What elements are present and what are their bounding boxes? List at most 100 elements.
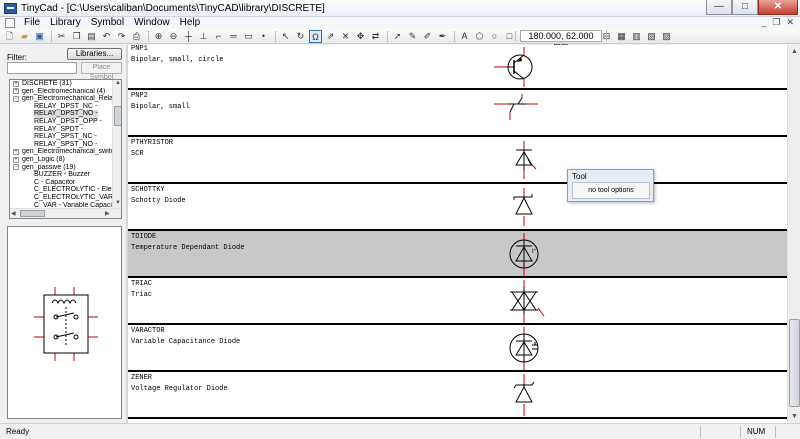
symbol-row[interactable]: PNP1 Bipolar, small, circle [128, 45, 787, 90]
expand-icon[interactable]: + [13, 88, 19, 95]
tool-options-popup[interactable]: Tool no tool options [567, 169, 654, 202]
symbol-row[interactable]: PTHYRISTOR SCR [128, 137, 787, 184]
scroll-left-arrow-icon[interactable]: ◀ [11, 210, 16, 217]
paste-icon[interactable]: ▤ [85, 30, 98, 43]
undo-icon[interactable]: ↶ [100, 30, 113, 43]
document-icon[interactable] [5, 18, 15, 28]
tree-item[interactable]: + gen_Electromechanical (4) [10, 88, 112, 96]
mdi-minimize-button[interactable]: _ [761, 17, 766, 28]
place-symbol-button[interactable]: Place Symbol [81, 62, 122, 81]
pencil-icon[interactable]: ✎ [406, 30, 419, 43]
select-tool-icon[interactable]: ↖ [279, 30, 292, 43]
symbol-row[interactable]: TRIAC Triac [128, 278, 787, 325]
menu-window[interactable]: Window [129, 17, 175, 29]
tree-item[interactable]: RELAY_DPST_OPP - [10, 118, 112, 126]
marker-icon[interactable]: ✒ [436, 30, 449, 43]
zoom-in-icon[interactable]: ⊕ [152, 30, 165, 43]
symbol-name: VARACTOR [131, 327, 165, 335]
collapse-icon[interactable]: − [13, 95, 19, 102]
expand-icon[interactable]: + [13, 80, 19, 87]
symbol-row[interactable]: ZENER Voltage Regulator Diode [128, 372, 787, 419]
scroll-up-arrow-icon[interactable]: ▲ [788, 45, 800, 58]
scroll-down-arrow-icon[interactable]: ▼ [115, 200, 121, 206]
circle-tool-icon[interactable]: ○ [488, 30, 501, 43]
main-vertical-scrollbar[interactable]: ▲ ▼ [787, 45, 800, 423]
symbol-row[interactable]: SCHOTTKY Schotty Diode [128, 184, 787, 231]
tree-item[interactable]: C - Capacitor [10, 179, 112, 187]
tree-item[interactable]: BUZZER - Buzzer [10, 171, 112, 179]
zoom-out-icon[interactable]: ⊖ [167, 30, 180, 43]
tree-item[interactable]: +gen_Electromechanical_switche: [10, 148, 112, 156]
symbol-row[interactable]: TDIODE Temperature Dependant Diode t° [128, 231, 787, 278]
tree-item[interactable]: + DISCRETE (31) [10, 80, 112, 88]
rotate-icon[interactable]: ↻ [294, 30, 307, 43]
tree-item[interactable]: RELAY_SPST_NC - [10, 133, 112, 141]
symbol-description: Triac [131, 291, 153, 299]
polygon-tool-icon[interactable]: ⬠ [473, 30, 486, 43]
cut-icon[interactable]: ✂ [55, 30, 68, 43]
tree-item[interactable]: − gen_passive (19) [10, 164, 112, 172]
tree-item[interactable]: RELAY_SPDT - [10, 126, 112, 134]
tree-item[interactable]: C_ELECTROLYTIC - Electrol [10, 186, 112, 194]
tree-item[interactable]: RELAY_DPST_NC - [10, 103, 112, 111]
symbol-row[interactable]: PNP2 Bipolar, small [128, 90, 787, 137]
tree-horizontal-scroll-thumb[interactable] [20, 210, 45, 217]
symbol-row[interactable]: VARACTOR Variable Capacitance Diode [128, 325, 787, 372]
varactor-symbol-icon [509, 327, 539, 370]
tinycad-app-icon[interactable] [4, 2, 17, 14]
tree-item[interactable]: C_ELECTROLYTIC_VAR - Va [10, 194, 112, 202]
bus-tool-icon[interactable]: ═ [227, 30, 240, 43]
svg-text:t°: t° [532, 249, 537, 255]
collapse-icon[interactable]: − [13, 164, 19, 171]
open-folder-icon[interactable]: ▰ [18, 30, 31, 43]
tree-vertical-scroll-thumb[interactable] [114, 106, 121, 126]
main-vertical-scroll-thumb[interactable] [789, 319, 800, 407]
wire-tool-icon[interactable]: ⌐ [212, 30, 225, 43]
close-button[interactable]: ✕ [758, 0, 798, 15]
tree-item[interactable]: + gen_Logic (8) [10, 156, 112, 164]
mdi-restore-button[interactable]: ❐ [772, 17, 780, 28]
scroll-right-arrow-icon[interactable]: ▶ [105, 210, 110, 217]
flip-icon[interactable]: ⇄ [369, 30, 382, 43]
save-icon[interactable]: ▣ [33, 30, 46, 43]
menu-symbol[interactable]: Symbol [86, 17, 129, 29]
tree-item[interactable]: RELAY_DPST_NO - [10, 110, 112, 118]
properties-icon[interactable]: ▥ [630, 30, 643, 43]
expand-icon[interactable]: + [13, 149, 19, 156]
scroll-down-arrow-icon[interactable]: ▼ [788, 410, 800, 423]
menu-file[interactable]: File [19, 17, 45, 29]
pin-tool-icon[interactable]: ┼ [182, 30, 195, 43]
arrow-tool-icon[interactable]: ⇗ [324, 30, 337, 43]
group-icon[interactable]: ▦ [615, 30, 628, 43]
filter-input[interactable] [7, 62, 77, 74]
menu-library[interactable]: Library [45, 17, 86, 29]
tree-item[interactable]: −gen_Electromechanical_Relays ( [10, 95, 112, 103]
tree-vertical-scrollbar[interactable]: ▲ ▼ [112, 80, 121, 208]
menu-help[interactable]: Help [175, 17, 206, 29]
move-icon[interactable]: ✥ [354, 30, 367, 43]
mdi-close-button[interactable]: ✕ [786, 17, 794, 28]
label-tool-icon[interactable]: ▭ [242, 30, 255, 43]
symbol-editor-icon[interactable]: Ω [309, 29, 322, 43]
delete-icon[interactable]: ✕ [339, 30, 352, 43]
library-tree[interactable]: + DISCRETE (31) + gen_Electromechanical (4)… [9, 79, 122, 219]
tree-horizontal-scrollbar[interactable]: ◀ ▶ [10, 208, 121, 218]
expand-icon[interactable]: + [13, 156, 19, 163]
junction-tool-icon[interactable]: • [257, 30, 270, 43]
layers-icon[interactable]: ▧ [645, 30, 658, 43]
power-tool-icon[interactable]: ⊥ [197, 30, 210, 43]
bom-icon[interactable]: ▨ [660, 30, 673, 43]
pointer-icon[interactable]: ➚ [391, 30, 404, 43]
libraries-button[interactable]: Libraries... [67, 48, 122, 60]
new-file-icon[interactable]: 🗋 [3, 30, 16, 43]
scroll-up-arrow-icon[interactable]: ▲ [115, 80, 121, 86]
maximize-button[interactable]: □ [732, 0, 758, 15]
brush-icon[interactable]: ✐ [421, 30, 434, 43]
copy-icon[interactable]: ❐ [70, 30, 83, 43]
print-icon[interactable]: ⎙ [130, 30, 143, 43]
text-tool-icon[interactable]: A [458, 30, 471, 43]
tree-item[interactable]: RELAY_SPST_NO - [10, 141, 112, 149]
minimize-button[interactable]: — [706, 0, 732, 15]
relay-preview-drawing [34, 287, 98, 361]
redo-icon[interactable]: ↷ [115, 30, 128, 43]
